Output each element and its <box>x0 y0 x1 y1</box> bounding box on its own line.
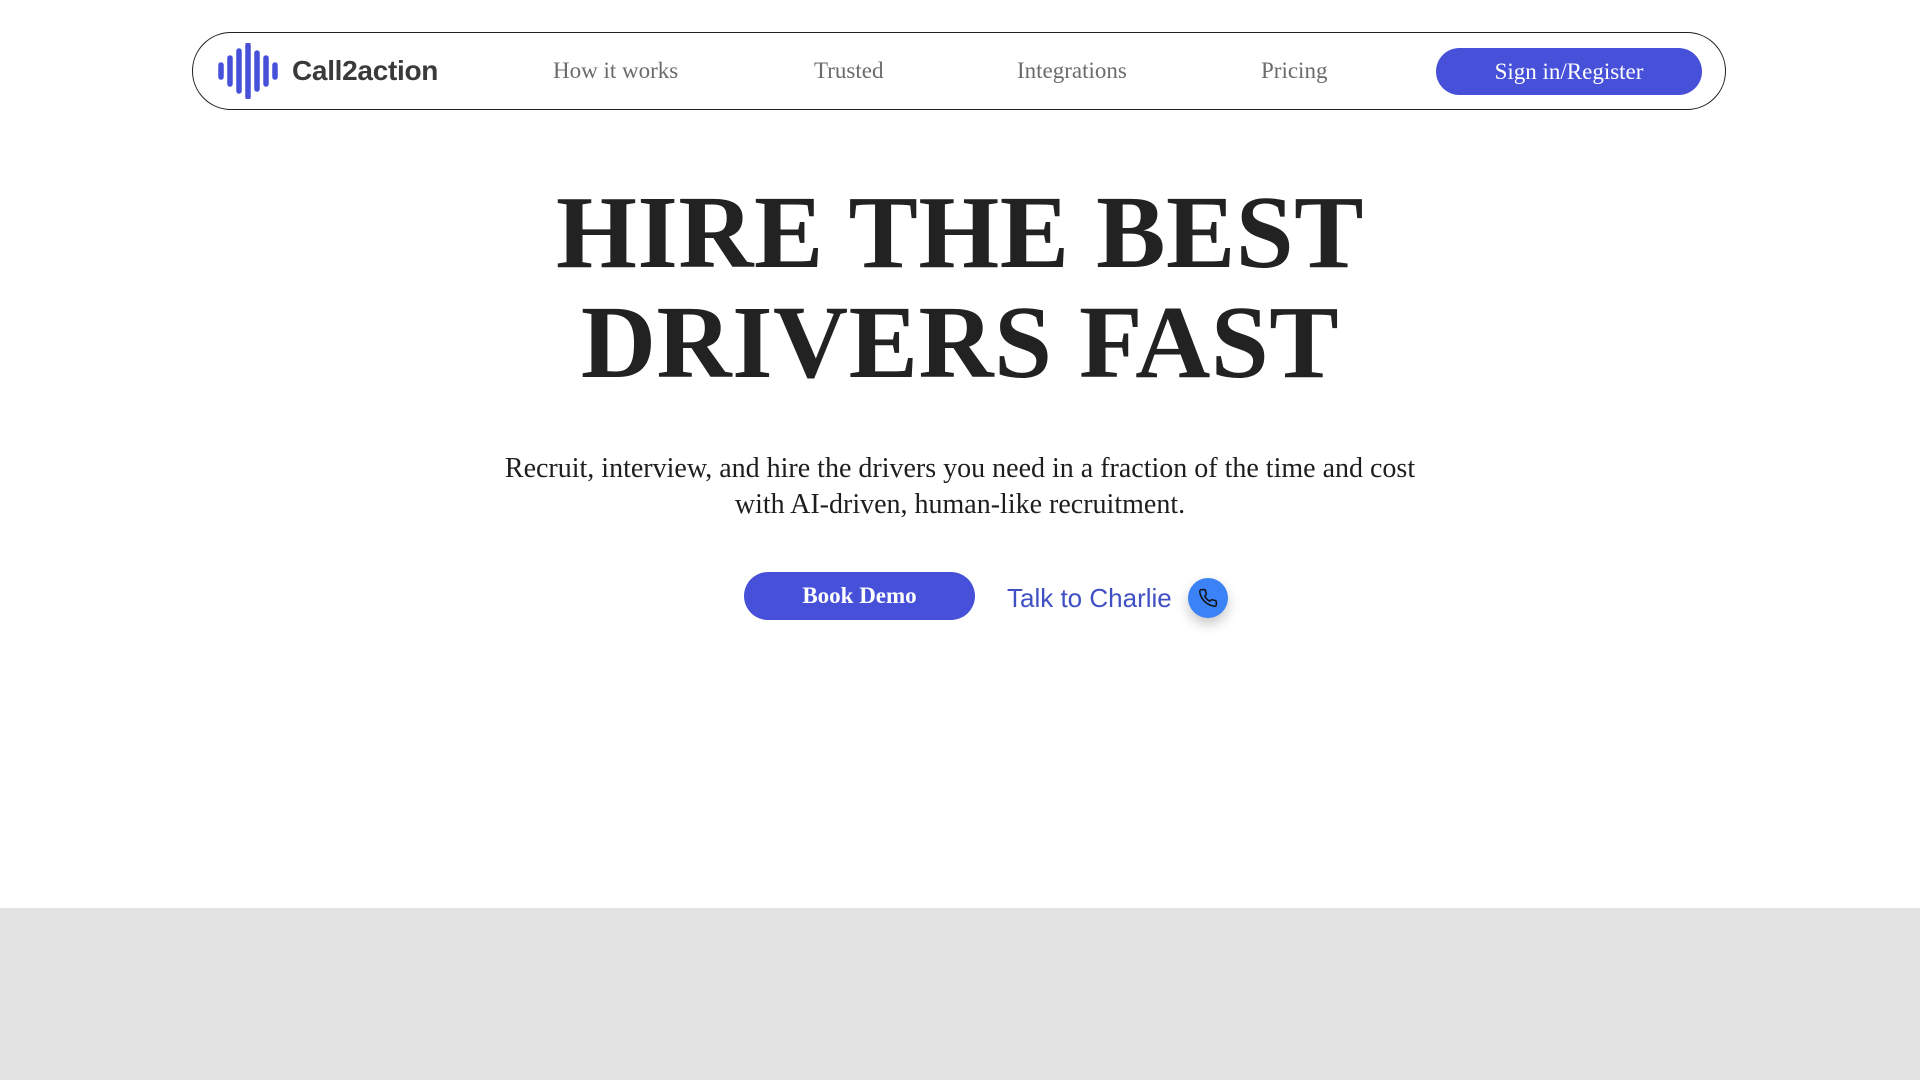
talk-to-charlie-label[interactable]: Talk to Charlie <box>1007 580 1172 616</box>
nav-link-integrations[interactable]: Integrations <box>1017 57 1127 85</box>
hero-subtitle-line-2: with AI-driven, human-like recruitment. <box>734 489 1186 520</box>
top-navbar: Call2action How it works Trusted Integra… <box>192 32 1726 110</box>
sign-in-register-button[interactable]: Sign in/Register <box>1436 48 1702 95</box>
nav-link-trusted[interactable]: Trusted <box>814 57 883 85</box>
next-section-band <box>0 908 1920 1080</box>
brand-name: Call2action <box>292 55 439 86</box>
hero-subtitle-line-1: Recruit, interview, and hire the drivers… <box>504 453 1416 484</box>
hero-headline-line-1: HIRE THE BEST <box>555 175 1365 290</box>
hero-subtitle: Recruit, interview, and hire the drivers… <box>0 451 1920 523</box>
brand-logo[interactable]: Call2action <box>217 43 438 99</box>
phone-icon <box>1198 588 1217 607</box>
sound-wave-icon <box>218 43 278 99</box>
nav-link-pricing[interactable]: Pricing <box>1261 57 1327 85</box>
talk-to-charlie-button[interactable]: Talk to Charlie <box>1007 578 1228 618</box>
hero-headline: HIRE THE BEST DRIVERS FAST <box>0 178 1920 398</box>
hero-headline-line-2: DRIVERS FAST <box>580 285 1340 400</box>
phone-call-button[interactable] <box>1187 578 1228 618</box>
nav-link-how-it-works[interactable]: How it works <box>553 57 678 85</box>
book-demo-button[interactable]: Book Demo <box>744 572 975 620</box>
